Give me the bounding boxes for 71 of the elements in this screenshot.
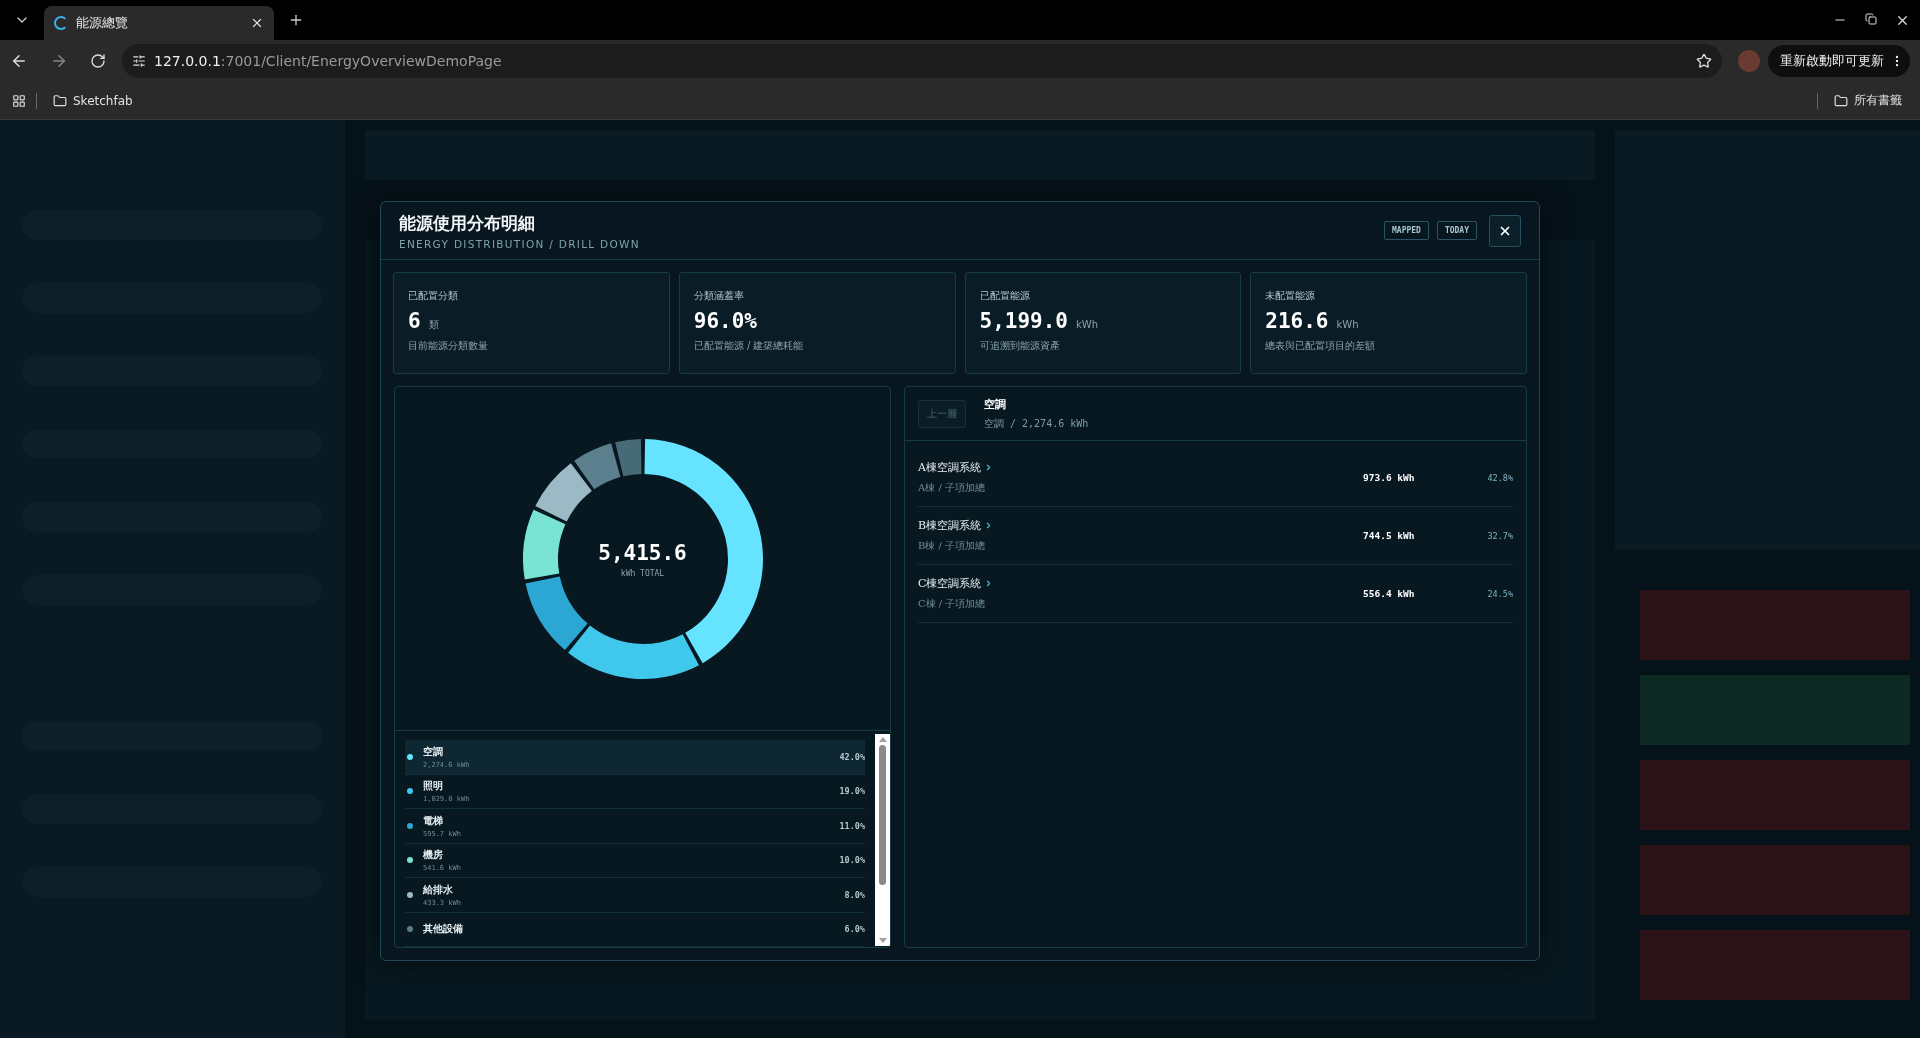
donut-segment <box>534 462 592 521</box>
detail-row-sub: B棟 / 子項加總 <box>918 539 987 553</box>
stat-unit: kWh <box>1076 319 1099 330</box>
stat-note: 目前能源分類數量 <box>408 339 489 353</box>
stat-value: 96.0% <box>693 309 757 333</box>
forward-icon[interactable] <box>50 52 68 70</box>
detail-row-name: C棟空調系統 <box>918 576 982 591</box>
stat-label: 分類涵蓋率 <box>693 289 745 303</box>
detail-row[interactable]: B棟空調系統 B棟 / 子項加總 744.5 kWh 32.7% <box>918 507 1513 565</box>
detail-row-sub: A棟 / 子項加總 <box>918 481 986 495</box>
total-caption: kWh TOTAL <box>620 568 665 577</box>
browser-tab[interactable]: 能源總覽 <box>44 6 274 40</box>
tag: MAPPED <box>1384 221 1429 240</box>
stat-value: 5,199.0 <box>979 309 1068 333</box>
detail-row-percent: 24.5% <box>1486 588 1513 599</box>
legend-name: 照明 <box>423 779 444 794</box>
detail-path: 空調 / 2,274.6 kWh <box>984 416 1089 431</box>
legend-percent: 19.0% <box>839 786 865 797</box>
url-text: 127.0.0.1:7001/Client/EnergyOverviewDemoPage <box>154 53 503 69</box>
restore-icon[interactable] <box>1865 12 1877 25</box>
legend-percent: 6.0% <box>844 924 865 935</box>
detail-title: 空調 <box>984 396 1007 412</box>
scrollbar[interactable] <box>875 734 890 946</box>
close-button[interactable] <box>1489 214 1521 247</box>
stat-label: 未配置能源 <box>1265 289 1317 303</box>
stat-note: 已配置能源 / 建築總耗能 <box>693 339 805 353</box>
detail-row[interactable]: C棟空調系統 C棟 / 子項加總 556.4 kWh 24.5% <box>918 565 1513 623</box>
stat-label: 已配置分類 <box>408 289 459 303</box>
legend-row[interactable]: 其他設備 6.0% <box>405 912 865 947</box>
stat-value: 216.6 <box>1265 309 1329 333</box>
detail-row-name: B棟空調系統 <box>918 518 982 533</box>
detail-row-value: 973.6 kWh <box>1363 472 1416 483</box>
detail-row-percent: 42.8% <box>1486 472 1513 483</box>
address-bar[interactable]: 127.0.0.1:7001/Client/EnergyOverviewDemoPage <box>122 44 1722 78</box>
legend-percent: 8.0% <box>844 889 865 900</box>
modal-title: 能源使用分布明細 <box>399 211 536 235</box>
stat-unit: kWh <box>1336 319 1359 330</box>
back-icon[interactable] <box>10 52 28 70</box>
stat-note: 總表與已配置項目的差額 <box>1265 339 1377 353</box>
legend-name: 電梯 <box>423 813 444 828</box>
legend-name: 給排水 <box>423 882 454 897</box>
detail-row[interactable]: A棟空調系統 A棟 / 子項加總 973.6 kWh 42.8% <box>918 449 1513 507</box>
reload-icon[interactable] <box>90 53 106 69</box>
stat-note: 可追溯到能源資產 <box>979 339 1061 353</box>
folder-icon <box>53 93 67 108</box>
detail-row-value: 744.5 kWh <box>1363 530 1416 541</box>
legend-name: 機房 <box>423 848 444 863</box>
detail-row-sub: C棟 / 子項加總 <box>918 597 987 611</box>
detail-row-value: 556.4 kWh <box>1363 588 1416 599</box>
legend-percent: 10.0% <box>839 855 865 866</box>
legend-percent: 11.0% <box>839 820 865 831</box>
legend-name: 空調 <box>423 744 444 759</box>
total-value: 5,415.6 <box>598 540 687 564</box>
spinner-icon <box>54 16 68 30</box>
stat-unit: 類 <box>428 318 439 332</box>
update-button[interactable]: 重新啟動即可更新 <box>1768 45 1910 77</box>
detail-row-percent: 32.7% <box>1486 530 1513 541</box>
detail-row-name: A棟空調系統 <box>918 460 981 475</box>
legend-name: 其他設備 <box>423 922 464 937</box>
all-bookmarks-item[interactable]: 所有書籤 <box>1828 88 1908 113</box>
tag: TODAY <box>1436 221 1477 240</box>
stat-label: 已配置能源 <box>979 289 1031 303</box>
stat-value: 6 <box>408 309 421 333</box>
close-icon[interactable] <box>250 16 264 30</box>
apps-icon[interactable] <box>12 93 26 108</box>
folder-icon <box>1834 93 1848 108</box>
bookmark-item[interactable]: Sketchfab <box>47 89 139 112</box>
modal-subtitle: ENERGY DISTRIBUTION / DRILL DOWN <box>399 237 641 250</box>
site-settings-icon[interactable] <box>132 54 146 68</box>
legend-percent: 42.0% <box>839 751 865 762</box>
star-icon[interactable] <box>1696 53 1712 69</box>
